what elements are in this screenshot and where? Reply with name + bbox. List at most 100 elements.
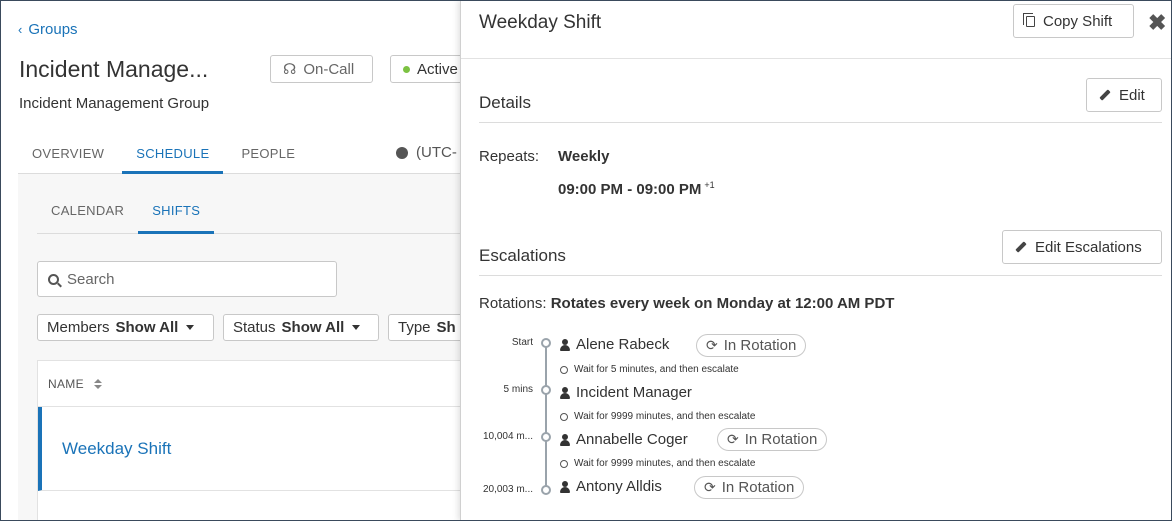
type-filter[interactable]: Type Sh: [388, 314, 460, 341]
clock-icon: [560, 412, 568, 421]
schedule-content: CALENDAR SHIFTS Search Members Show All …: [18, 174, 460, 521]
person-icon: [560, 480, 570, 493]
main-tabs: OVERVIEW SCHEDULE PEOPLE: [18, 136, 460, 174]
page-title: Incident Manage...: [19, 56, 209, 82]
column-header-name[interactable]: NAME: [48, 377, 84, 391]
page-subtitle: Incident Management Group: [19, 95, 210, 112]
headset-icon: ☊: [283, 61, 297, 78]
escalation-member[interactable]: Antony Alldis: [560, 478, 662, 495]
tab-overview[interactable]: OVERVIEW: [18, 136, 118, 174]
status-dot-icon: [403, 65, 410, 73]
filter-label: Status: [233, 319, 276, 336]
filter-value: Show All: [115, 319, 179, 336]
escalation-timeline-line: [545, 343, 547, 490]
copy-icon: [1023, 12, 1035, 27]
person-icon: [560, 338, 570, 351]
sort-icon[interactable]: [93, 378, 102, 389]
filter-label: Type: [398, 319, 431, 336]
edit-escalations-button[interactable]: Edit Escalations: [1002, 230, 1162, 264]
search-icon: [48, 273, 59, 285]
status-badge[interactable]: Active: [390, 55, 460, 83]
person-icon: [560, 386, 570, 399]
repeats-value: Weekly: [558, 148, 610, 165]
tab-people[interactable]: PEOPLE: [227, 136, 309, 174]
clock-icon: [560, 365, 568, 374]
divider: [461, 58, 1172, 59]
pencil-icon: [1015, 241, 1027, 253]
timeline-node: [541, 432, 551, 442]
timezone-label: (UTC-: [416, 144, 457, 161]
edit-label: Edit: [1119, 86, 1145, 104]
member-name: Alene Rabeck: [576, 336, 670, 353]
copy-shift-label: Copy Shift: [1043, 12, 1113, 30]
table-row[interactable]: Weekday Shift: [38, 407, 460, 491]
search-input[interactable]: Search: [37, 261, 337, 297]
sync-icon: ⟳: [706, 337, 718, 353]
back-link-label: Groups: [28, 21, 78, 38]
member-name: Annabelle Coger: [576, 431, 688, 448]
search-placeholder: Search: [67, 270, 115, 288]
group-page: ‹ Groups Incident Manage... Incident Man…: [0, 0, 460, 521]
globe-icon: [396, 146, 408, 159]
time-range: 09:00 PM - 09:00 PM +1: [558, 180, 715, 198]
copy-shift-button[interactable]: Copy Shift: [1013, 4, 1134, 38]
on-call-label: On-Call: [303, 60, 355, 78]
pencil-icon: [1099, 89, 1111, 101]
repeats-label: Repeats:: [479, 148, 540, 165]
timeline-offset: 5 mins: [503, 384, 533, 395]
edit-button[interactable]: Edit: [1086, 78, 1162, 112]
table-header: NAME: [38, 361, 460, 407]
panel-title: Weekday Shift: [479, 12, 602, 33]
shifts-table: NAME Weekday Shift: [37, 360, 460, 521]
back-to-groups-link[interactable]: ‹ Groups: [18, 21, 78, 38]
in-rotation-badge: ⟳ In Rotation: [696, 334, 807, 357]
timeline-node: [541, 485, 551, 495]
member-name: Antony Alldis: [576, 478, 662, 495]
wait-text: Wait for 5 minutes, and then escalate: [574, 364, 739, 375]
members-filter[interactable]: Members Show All: [37, 314, 214, 341]
next-day-suffix: +1: [704, 180, 715, 190]
details-heading: Details: [479, 93, 531, 112]
on-call-button[interactable]: ☊ On-Call: [270, 55, 373, 83]
status-filter[interactable]: Status Show All: [223, 314, 379, 341]
schedule-subtabs: CALENDAR SHIFTS: [37, 190, 460, 234]
in-rotation-badge: ⟳ In Rotation: [694, 476, 805, 499]
escalation-member[interactable]: Annabelle Coger: [560, 431, 688, 448]
timeline-offset: 10,004 m...: [482, 431, 533, 442]
close-icon[interactable]: ✖: [1148, 10, 1166, 36]
tab-shifts[interactable]: SHIFTS: [138, 190, 215, 234]
time-range-text: 09:00 PM - 09:00 PM: [558, 181, 702, 198]
timeline-offset: Start: [511, 337, 533, 348]
wait-instruction: Wait for 9999 minutes, and then escalate: [560, 458, 755, 469]
chevron-left-icon: ‹: [18, 22, 23, 37]
escalation-member[interactable]: Incident Manager: [560, 384, 692, 401]
timeline-node: [541, 338, 551, 348]
person-icon: [560, 433, 570, 446]
caret-down-icon: [186, 325, 195, 330]
badge-label: In Rotation: [744, 431, 818, 448]
caret-down-icon: [352, 325, 361, 330]
tab-calendar[interactable]: CALENDAR: [37, 190, 138, 234]
timezone-selector[interactable]: (UTC-: [396, 144, 457, 161]
rotations-label: Rotations:: [479, 295, 547, 312]
edit-escalations-label: Edit Escalations: [1035, 238, 1142, 256]
timeline-node: [541, 385, 551, 395]
escalation-member[interactable]: Alene Rabeck: [560, 336, 669, 353]
wait-instruction: Wait for 9999 minutes, and then escalate: [560, 411, 755, 422]
wait-text: Wait for 9999 minutes, and then escalate: [574, 458, 756, 469]
divider: [479, 122, 1162, 123]
rotations-summary: Rotations: Rotates every week on Monday …: [479, 295, 894, 312]
filter-value: Show All: [281, 319, 345, 336]
filter-value: Sh: [436, 319, 456, 336]
clock-icon: [560, 459, 568, 468]
filter-label: Members: [47, 319, 110, 336]
badge-label: In Rotation: [721, 479, 795, 496]
sync-icon: ⟳: [727, 431, 739, 447]
status-label: Active: [417, 60, 458, 78]
timeline-offset: 20,003 m...: [482, 484, 533, 495]
shift-name-link[interactable]: Weekday Shift: [62, 439, 171, 459]
escalations-heading: Escalations: [479, 246, 566, 265]
shift-detail-panel: Weekday Shift Copy Shift ✖ Details Edit …: [460, 0, 1172, 521]
tab-schedule[interactable]: SCHEDULE: [122, 136, 224, 174]
sync-icon: ⟳: [704, 479, 716, 495]
